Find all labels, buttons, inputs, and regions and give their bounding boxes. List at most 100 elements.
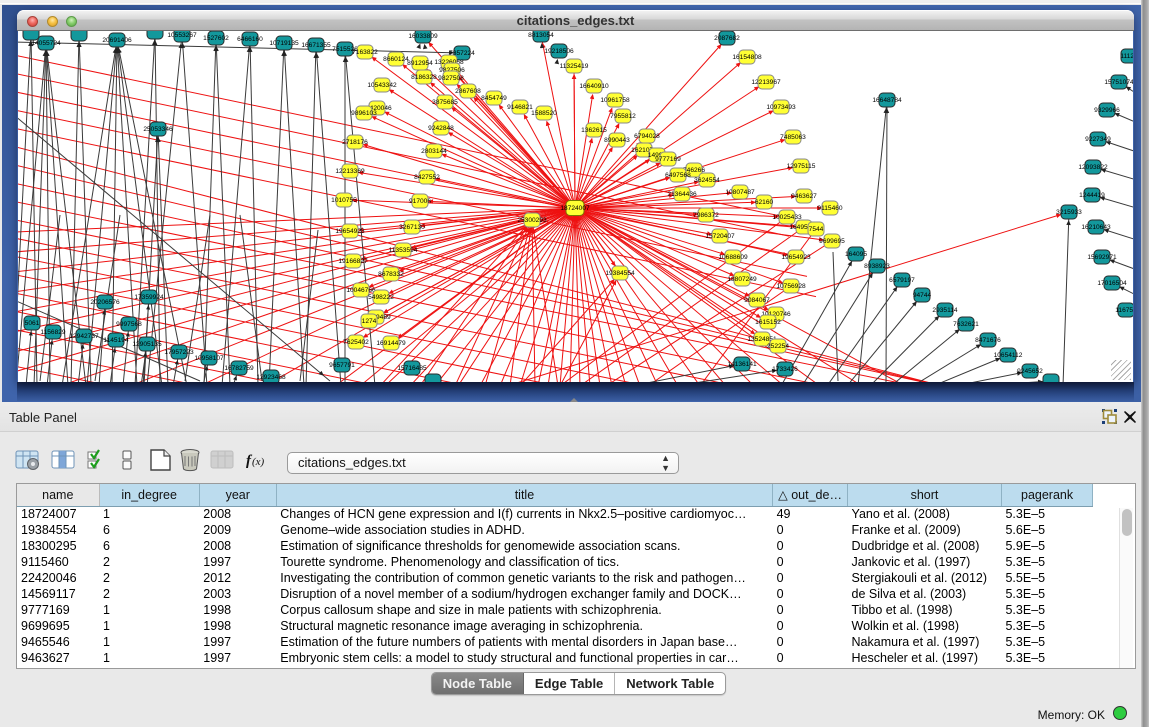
svg-text:7163822: 7163822 <box>352 49 378 56</box>
svg-text:9329966: 9329966 <box>1094 107 1120 114</box>
svg-text:16648784: 16648784 <box>872 97 902 104</box>
svg-text:16154808: 16154808 <box>732 54 762 61</box>
svg-text:8912954: 8912954 <box>407 60 433 67</box>
svg-text:17957223: 17957223 <box>164 349 194 356</box>
svg-text:12975115: 12975115 <box>787 163 816 170</box>
svg-text:1156829: 1156829 <box>40 329 66 336</box>
svg-text:16782759: 16782759 <box>224 365 254 372</box>
svg-text:10958107: 10958107 <box>194 355 224 362</box>
svg-text:9997568: 9997568 <box>116 321 142 328</box>
svg-text:14055724: 14055724 <box>31 40 61 47</box>
svg-text:6579197: 6579197 <box>889 277 915 284</box>
svg-text:252254: 252254 <box>767 343 789 350</box>
svg-text:2803144: 2803144 <box>421 148 447 155</box>
svg-text:8660124: 8660124 <box>383 56 409 63</box>
svg-text:10688609: 10688609 <box>718 254 748 261</box>
svg-text:16671355: 16671355 <box>301 42 331 49</box>
svg-text:11353594: 11353594 <box>389 247 418 254</box>
svg-text:6466160: 6466160 <box>237 36 263 43</box>
svg-text:94744: 94744 <box>913 292 932 299</box>
svg-text:15751074: 15751074 <box>1104 79 1133 86</box>
svg-text:7632621: 7632621 <box>953 321 979 328</box>
svg-text:18807249: 18807249 <box>727 276 757 283</box>
svg-text:8990443: 8990443 <box>604 137 630 144</box>
svg-text:10807487: 10807487 <box>725 189 755 196</box>
svg-text:9896103: 9896103 <box>351 110 377 117</box>
svg-text:18724007: 18724007 <box>560 205 590 212</box>
svg-text:10553267: 10553267 <box>167 32 197 39</box>
svg-text:9146821: 9146821 <box>507 104 533 111</box>
svg-text:(x): (x) <box>252 456 265 468</box>
svg-text:1615152: 1615152 <box>755 319 781 326</box>
svg-text:12942737: 12942737 <box>69 333 99 340</box>
svg-text:20206576: 20206576 <box>90 299 120 306</box>
svg-text:9084067: 9084067 <box>744 297 770 304</box>
svg-text:1527602: 1527602 <box>203 35 229 42</box>
svg-text:5061: 5061 <box>25 320 40 327</box>
svg-text:917006: 917006 <box>409 198 431 205</box>
svg-text:12923468: 12923468 <box>256 374 286 381</box>
svg-text:12213369: 12213369 <box>335 168 365 175</box>
svg-text:2867608: 2867608 <box>455 88 481 95</box>
svg-text:116753: 116753 <box>1115 307 1133 314</box>
svg-text:3624554: 3624554 <box>694 177 720 184</box>
svg-text:25300293: 25300293 <box>517 217 547 224</box>
svg-text:11325419: 11325419 <box>560 63 589 70</box>
svg-text:3875685: 3875685 <box>432 99 458 106</box>
svg-text:8427552: 8427552 <box>414 174 440 181</box>
svg-text:10756928: 10756928 <box>776 283 806 290</box>
svg-text:1733426: 1733426 <box>772 366 798 373</box>
svg-text:10961758: 10961758 <box>600 97 630 104</box>
svg-text:10046766: 10046766 <box>346 287 376 294</box>
svg-text:8471676: 8471676 <box>975 337 1001 344</box>
svg-text:17359924: 17359924 <box>134 294 164 301</box>
svg-text:9777169: 9777169 <box>655 156 681 163</box>
svg-text:9245652: 9245652 <box>1017 368 1043 375</box>
svg-text:8454749: 8454749 <box>481 95 507 102</box>
svg-text:3215933: 3215933 <box>1056 209 1082 216</box>
svg-text:15692971: 15692971 <box>1087 254 1117 261</box>
svg-text:10543342: 10543342 <box>367 82 397 89</box>
svg-text:62160: 62160 <box>755 199 774 206</box>
svg-text:5498222: 5498222 <box>368 294 394 301</box>
svg-text:17016504: 17016504 <box>1097 280 1127 287</box>
svg-text:14136141: 14136141 <box>727 361 757 368</box>
svg-text:9827508: 9827508 <box>438 75 464 82</box>
svg-text:12213967: 12213967 <box>751 79 781 86</box>
svg-text:16210643: 16210643 <box>1081 224 1111 231</box>
svg-text:6497568: 6497568 <box>665 172 691 179</box>
svg-text:9115460: 9115460 <box>817 205 843 212</box>
svg-text:1010755: 1010755 <box>331 197 357 204</box>
svg-text:7955812: 7955812 <box>610 113 636 120</box>
svg-text:7485063: 7485063 <box>780 134 806 141</box>
svg-text:9242848: 9242848 <box>428 125 454 132</box>
svg-text:19654923: 19654923 <box>781 254 811 261</box>
svg-text:16033809: 16033809 <box>408 33 438 40</box>
svg-text:1362615: 1362615 <box>581 127 607 134</box>
svg-text:164095: 164095 <box>845 251 867 258</box>
svg-text:7625402: 7625402 <box>343 339 369 346</box>
svg-text:10654112: 10654112 <box>994 352 1023 359</box>
svg-text:8938923: 8938923 <box>864 263 890 270</box>
svg-text:12093822: 12093822 <box>1078 164 1108 171</box>
svg-text:6794028: 6794028 <box>634 133 660 140</box>
svg-text:1274: 1274 <box>362 318 377 325</box>
svg-text:19166827: 19166827 <box>338 258 368 265</box>
svg-text:1588520: 1588520 <box>531 110 557 117</box>
svg-text:10973493: 10973493 <box>766 104 796 111</box>
svg-text:11124: 11124 <box>1120 53 1133 60</box>
svg-text:15716485: 15716485 <box>397 365 427 372</box>
svg-text:9699695: 9699695 <box>819 238 845 245</box>
svg-text:16914479: 16914479 <box>376 340 406 347</box>
svg-text:20691406: 20691406 <box>102 37 132 44</box>
svg-text:16640910: 16640910 <box>579 83 609 90</box>
svg-text:2087682: 2087682 <box>714 35 740 42</box>
svg-text:21364436: 21364436 <box>667 191 697 198</box>
svg-text:2935114: 2935114 <box>932 307 958 314</box>
svg-text:10719135: 10719135 <box>269 40 299 47</box>
svg-text:10025433: 10025433 <box>772 214 802 221</box>
svg-text:25053346: 25053346 <box>143 126 173 133</box>
svg-text:9463627: 9463627 <box>791 193 817 200</box>
svg-text:7544: 7544 <box>809 226 824 233</box>
svg-text:1145194: 1145194 <box>103 337 129 344</box>
